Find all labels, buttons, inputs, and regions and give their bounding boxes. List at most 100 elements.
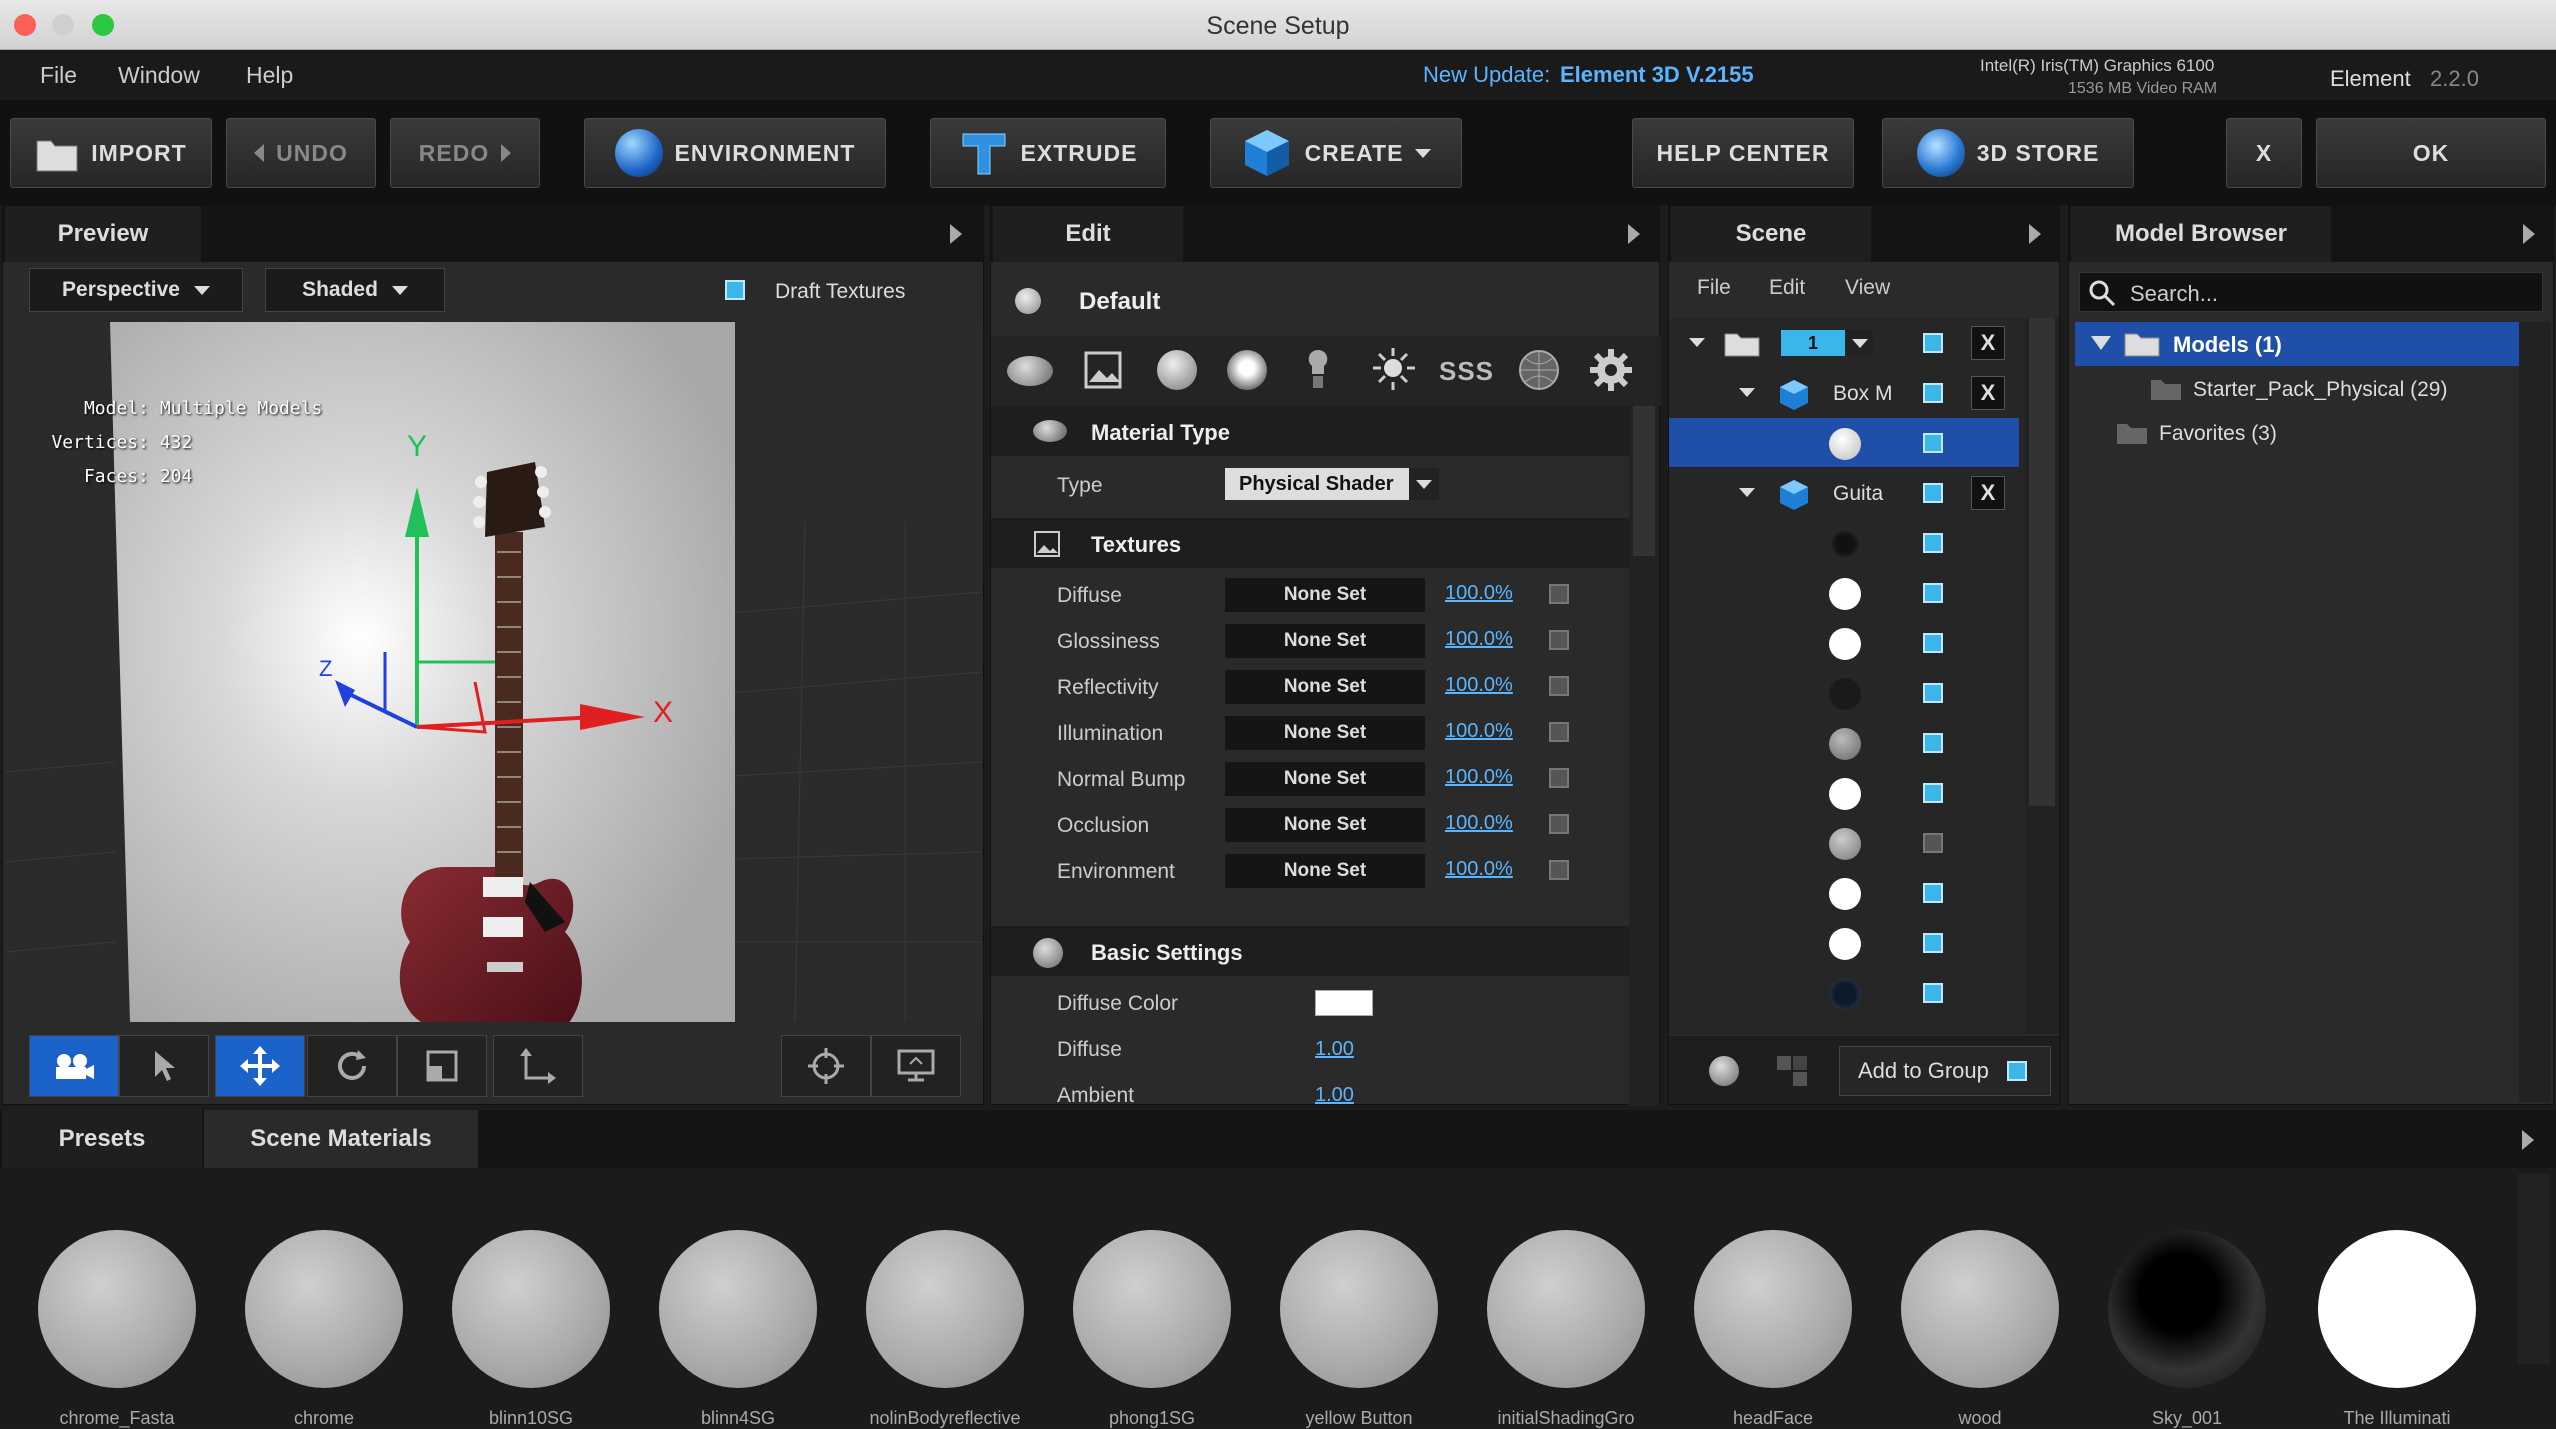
tree-item-models[interactable]: Models (1) xyxy=(2075,322,2519,366)
select-tool-button[interactable] xyxy=(119,1035,209,1097)
scale-tool-button[interactable] xyxy=(397,1035,487,1097)
menu-window[interactable]: Window xyxy=(118,62,200,89)
bulb-icon[interactable] xyxy=(1303,348,1333,392)
texture-illumination-slot[interactable]: None Set xyxy=(1225,716,1425,750)
move-tool-button[interactable] xyxy=(215,1035,305,1097)
visibility-checkbox[interactable] xyxy=(1923,683,1943,703)
basic-settings-section[interactable]: Basic Settings xyxy=(991,926,1631,976)
texture-diffuse-toggle[interactable] xyxy=(1549,584,1569,604)
chevron-down-icon[interactable] xyxy=(1739,488,1755,497)
material-type-section[interactable]: Material Type xyxy=(991,406,1631,456)
visibility-checkbox[interactable] xyxy=(1923,433,1943,453)
visibility-checkbox[interactable] xyxy=(1923,783,1943,803)
scene-row-material[interactable] xyxy=(1669,818,2019,868)
delete-box-button[interactable]: X xyxy=(1971,376,2005,410)
chevron-down-icon[interactable] xyxy=(1689,338,1705,347)
tree-item-favorites[interactable]: Favorites (3) xyxy=(2115,414,2495,454)
chevron-down-icon[interactable] xyxy=(2091,336,2111,350)
scene-row-material[interactable] xyxy=(1669,618,2019,668)
texture-diffuse-pct[interactable]: 100.0% xyxy=(1445,582,1513,605)
visibility-checkbox[interactable] xyxy=(1923,483,1943,503)
environment-button[interactable]: ENVIRONMENT xyxy=(584,118,886,188)
scene-scrollbar[interactable] xyxy=(2025,318,2059,1034)
texture-normal-bump-toggle[interactable] xyxy=(1549,768,1569,788)
reflectivity-icon[interactable] xyxy=(1227,350,1267,390)
visibility-checkbox[interactable] xyxy=(1923,733,1943,753)
tab-scene[interactable]: Scene xyxy=(1671,206,1871,262)
scene-row-material[interactable] xyxy=(1669,518,2019,568)
material-swatch[interactable] xyxy=(38,1230,196,1388)
help-center-button[interactable]: HELP CENTER xyxy=(1632,118,1854,188)
scene-menu-file[interactable]: File xyxy=(1697,276,1731,300)
scene-row-guitar[interactable]: Guita X xyxy=(1669,468,2019,518)
tree-item-starter-pack[interactable]: Starter_Pack_Physical (29) xyxy=(2149,370,2529,410)
scene-row-material[interactable] xyxy=(1669,668,2019,718)
visibility-checkbox[interactable] xyxy=(1923,833,1943,853)
texture-reflectivity-slot[interactable]: None Set xyxy=(1225,670,1425,704)
illumination-icon[interactable] xyxy=(1371,346,1415,392)
texture-environment-pct[interactable]: 100.0% xyxy=(1445,858,1513,881)
visibility-checkbox[interactable] xyxy=(1923,333,1943,353)
tab-edit[interactable]: Edit xyxy=(993,206,1183,262)
scene-tree[interactable]: 1 X Box M X Guita X xyxy=(1669,318,2025,1034)
material-swatch[interactable] xyxy=(452,1230,610,1388)
visibility-checkbox[interactable] xyxy=(1923,633,1943,653)
delete-group-button[interactable]: X xyxy=(1971,326,2005,360)
edit-scrollbar[interactable] xyxy=(1629,406,1659,1106)
visibility-checkbox[interactable] xyxy=(1923,533,1943,553)
material-swatch[interactable] xyxy=(1280,1230,1438,1388)
import-button[interactable]: IMPORT xyxy=(10,118,212,188)
tab-scene-materials[interactable]: Scene Materials xyxy=(204,1110,478,1168)
visibility-checkbox[interactable] xyxy=(1923,883,1943,903)
texture-occlusion-pct[interactable]: 100.0% xyxy=(1445,812,1513,835)
scene-row-material[interactable] xyxy=(1669,918,2019,968)
textures-section[interactable]: Textures xyxy=(991,518,1631,568)
add-to-group-checkbox[interactable] xyxy=(2006,1061,2027,1081)
rotate-tool-button[interactable] xyxy=(307,1035,397,1097)
undo-button[interactable]: UNDO xyxy=(226,118,376,188)
presets-scrollbar[interactable] xyxy=(2518,1174,2550,1364)
delete-guitar-button[interactable]: X xyxy=(1971,476,2005,510)
browser-scrollbar[interactable] xyxy=(2519,322,2551,1102)
3d-store-button[interactable]: 3D STORE xyxy=(1882,118,2134,188)
group-icon[interactable] xyxy=(1775,1054,1809,1088)
draft-textures-checkbox[interactable] xyxy=(725,280,745,300)
texture-glossiness-pct[interactable]: 100.0% xyxy=(1445,628,1513,651)
panel-expand-icon[interactable] xyxy=(2029,224,2041,244)
display-button[interactable] xyxy=(871,1035,961,1097)
update-link[interactable]: Element 3D V.2155 xyxy=(1560,62,1754,88)
scene-row-box[interactable]: Box M X xyxy=(1669,368,2019,418)
chevron-down-icon[interactable] xyxy=(1847,330,1873,356)
material-swatch[interactable] xyxy=(2108,1230,2266,1388)
cancel-button[interactable]: X xyxy=(2226,118,2302,188)
basic-settings-icon[interactable] xyxy=(1157,350,1197,390)
scene-row-material[interactable] xyxy=(1669,868,2019,918)
material-swatch[interactable] xyxy=(659,1230,817,1388)
diffuse-color-swatch[interactable] xyxy=(1315,990,1373,1016)
material-swatch[interactable] xyxy=(2318,1230,2476,1388)
texture-occlusion-toggle[interactable] xyxy=(1549,814,1569,834)
menu-help[interactable]: Help xyxy=(246,62,293,89)
shading-dropdown[interactable]: Shaded xyxy=(265,268,445,312)
texture-normal-bump-pct[interactable]: 100.0% xyxy=(1445,766,1513,789)
sss-icon[interactable]: SSS xyxy=(1439,356,1494,387)
shader-type-dropdown[interactable]: Physical Shader xyxy=(1225,468,1439,500)
redo-button[interactable]: REDO xyxy=(390,118,540,188)
gear-icon[interactable] xyxy=(1589,348,1633,392)
edit-scroll-area[interactable]: Material Type Type Physical Shader Textu… xyxy=(991,406,1631,1106)
visibility-checkbox[interactable] xyxy=(1923,383,1943,403)
texture-illumination-toggle[interactable] xyxy=(1549,722,1569,742)
scene-row-material[interactable] xyxy=(1669,568,2019,618)
material-swatch[interactable] xyxy=(866,1230,1024,1388)
texture-reflectivity-toggle[interactable] xyxy=(1549,676,1569,696)
tab-preview[interactable]: Preview xyxy=(5,206,201,262)
axis-tool-button[interactable] xyxy=(493,1035,583,1097)
scene-menu-view[interactable]: View xyxy=(1845,276,1890,300)
texture-glossiness-slot[interactable]: None Set xyxy=(1225,624,1425,658)
create-button[interactable]: CREATE xyxy=(1210,118,1462,188)
3d-viewport[interactable]: Y X Z Model: Multiple Models Vertices: 4… xyxy=(5,322,981,1022)
scene-row-material[interactable] xyxy=(1669,718,2019,768)
panel-expand-icon[interactable] xyxy=(2522,1130,2534,1150)
chevron-down-icon[interactable] xyxy=(1739,388,1755,397)
scene-row-material[interactable] xyxy=(1669,768,2019,818)
